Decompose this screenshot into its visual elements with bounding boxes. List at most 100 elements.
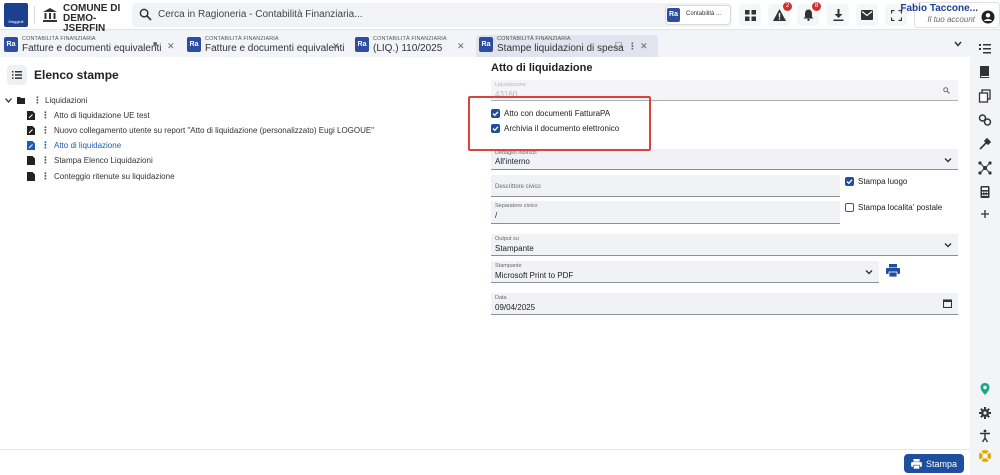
field-label: Output su xyxy=(495,236,519,242)
warning-icon xyxy=(772,9,786,21)
document-tabs: Ra CONTABILITÀ FINANZIARIA Fatture e doc… xyxy=(0,31,1000,57)
field-label: Stampante xyxy=(495,263,522,269)
printer-icon[interactable] xyxy=(886,264,900,277)
field-value: Stampante xyxy=(495,244,534,253)
copy-icon[interactable] xyxy=(978,89,992,103)
tools-icon[interactable] xyxy=(978,137,992,151)
add-icon[interactable] xyxy=(978,207,992,221)
more-options-icon[interactable]: ⋮ xyxy=(41,155,50,166)
toggle-list-button[interactable] xyxy=(7,65,27,85)
print-button[interactable]: Stampa xyxy=(904,454,964,473)
more-options-icon[interactable]: ⋮ xyxy=(41,171,50,182)
location-pin-icon[interactable] xyxy=(978,382,992,396)
tree-node-liquidazioni[interactable]: ⋮ Liquidazioni xyxy=(5,94,205,108)
data-date-field[interactable]: Data 09/04/2025 xyxy=(491,293,958,315)
tree-item-label: Nuovo collegamento utente su report "Att… xyxy=(54,126,375,135)
close-tab-icon[interactable]: ✕ xyxy=(167,41,175,52)
tree-node-label: Liquidazioni xyxy=(45,96,88,105)
downloads-button[interactable] xyxy=(827,4,849,26)
maggioli-logo[interactable]: Maggioli xyxy=(4,3,28,27)
apps-grid-button[interactable] xyxy=(739,4,761,26)
maximize-icon[interactable]: ☐ xyxy=(615,41,622,50)
app-logo-icon: Ra xyxy=(479,37,493,52)
calendar-icon[interactable] xyxy=(943,299,952,308)
notifications-button[interactable]: 8 xyxy=(797,2,821,26)
hierarchy-icon[interactable] xyxy=(978,161,992,175)
more-options-icon[interactable]: ⋮ xyxy=(41,110,50,121)
close-tab-icon[interactable]: ✕ xyxy=(457,41,465,52)
more-options-icon[interactable]: ⋮ xyxy=(628,41,637,52)
more-options-icon[interactable]: ⋮ xyxy=(41,125,50,136)
organization-name[interactable]: COMUNE DI DEMO-JSERFIN xyxy=(63,4,133,34)
tab-title: (LIQ.) 110/2025 xyxy=(373,43,443,54)
tab-fatture-2[interactable]: Ra CONTABILITÀ FINANZIARIA Fatture e doc… xyxy=(187,35,349,57)
output-su-select[interactable]: Output su Stampante xyxy=(491,234,958,256)
mail-icon xyxy=(861,10,873,20)
stampante-select[interactable]: Stampante Microsoft Print to PDF xyxy=(491,261,879,283)
tree-item[interactable]: ⋮ Atto di liquidazione UE test xyxy=(27,109,327,123)
tab-fatture-1[interactable]: Ra CONTABILITÀ FINANZIARIA Fatture e doc… xyxy=(4,35,180,57)
more-options-icon[interactable]: ⋮ xyxy=(33,95,42,106)
global-search-input[interactable]: Cerca in Ragioneria - Contabilità Finanz… xyxy=(132,3,732,27)
edited-document-icon xyxy=(27,141,35,150)
right-toolbar xyxy=(970,31,1000,475)
user-name: Fabio Taccone... xyxy=(900,3,978,14)
tree-item-label: Stampa Elenco Liquidazioni xyxy=(54,156,153,165)
stampa-luogo-label: Stampa luogo xyxy=(858,177,908,186)
tab-stampe-liquidazioni[interactable]: Ra CONTABILITÀ FINANZIARIA Stampe liquid… xyxy=(476,35,658,57)
print-button-label: Stampa xyxy=(925,458,958,469)
annotation-highlight-box xyxy=(468,96,651,151)
form-title: Atto di liquidazione xyxy=(491,62,593,74)
dettaglio-indirizzi-select[interactable]: Dettaglio indirizzi All'interno xyxy=(491,149,958,170)
document-icon xyxy=(27,172,35,181)
stampa-luogo-checkbox[interactable] xyxy=(845,177,854,186)
close-tab-icon[interactable]: ✕ xyxy=(640,41,648,52)
accessibility-icon[interactable] xyxy=(978,429,992,443)
more-options-icon[interactable]: ⋮ xyxy=(41,140,50,151)
tab-module-label: CONTABILITÀ FINANZIARIA xyxy=(497,36,571,42)
bookmark-icon[interactable]: ■ xyxy=(153,41,157,48)
search-icon[interactable] xyxy=(943,87,950,94)
field-label: Data xyxy=(495,295,507,301)
tab-liquidazione[interactable]: Ra CONTABILITÀ FINANZIARIA (LIQ.) 110/20… xyxy=(355,35,467,57)
tree-item[interactable]: ⋮ Nuovo collegamento utente su report "A… xyxy=(27,124,447,138)
tree-item[interactable]: ⋮ Stampa Elenco Liquidazioni xyxy=(27,154,327,168)
field-value: 09/04/2025 xyxy=(495,303,536,312)
chevron-down-icon[interactable] xyxy=(5,98,12,103)
search-placeholder: Cerca in Ragioneria - Contabilità Finanz… xyxy=(158,9,363,20)
settings-gear-icon[interactable] xyxy=(978,406,992,420)
close-tab-icon[interactable]: ✕ xyxy=(332,41,340,52)
stampa-localita-checkbox[interactable] xyxy=(845,203,854,212)
tab-title: Stampe liquidazioni di spesa xyxy=(497,43,624,54)
top-header: Maggioli COMUNE DI DEMO-JSERFIN Cerca in… xyxy=(0,0,1000,34)
menu-icon[interactable] xyxy=(978,41,992,55)
tabs-overflow-chevron-icon[interactable] xyxy=(954,41,962,47)
field-value: / xyxy=(495,211,498,220)
chevron-down-icon xyxy=(944,243,952,248)
download-icon xyxy=(833,9,843,21)
tree-item[interactable]: ⋮ Conteggio ritenute su liquidazione xyxy=(27,170,327,184)
user-role: Il tuo account xyxy=(927,15,975,24)
messages-button[interactable] xyxy=(856,4,878,26)
folder-icon xyxy=(17,97,25,104)
logo-text: Maggioli xyxy=(8,19,24,24)
tree-item-label: Conteggio ritenute su liquidazione xyxy=(54,172,175,181)
descrittore-civico-field[interactable]: Descrittore civico xyxy=(491,175,840,197)
alerts-button[interactable]: 2 xyxy=(768,2,792,26)
alerts-count-badge: 2 xyxy=(783,2,792,11)
help-lifebuoy-icon[interactable] xyxy=(978,449,992,463)
list-icon xyxy=(12,71,22,79)
calculator-icon[interactable] xyxy=(978,185,992,199)
link-icon[interactable] xyxy=(978,113,992,127)
footer-divider xyxy=(0,449,970,450)
separatore-civico-field[interactable]: Separatore civico / xyxy=(491,201,840,224)
notifications-count-badge: 8 xyxy=(812,2,821,11)
chevron-down-icon xyxy=(944,158,952,163)
book-icon[interactable] xyxy=(978,65,992,79)
app-logo-icon: Ra xyxy=(355,37,369,52)
app-switcher-chip[interactable]: Ra Contabilità ... xyxy=(665,5,731,25)
tab-title: Fatture e documenti equivalenti xyxy=(205,43,345,54)
tab-title: Fatture e documenti equivalenti xyxy=(22,43,162,54)
account-circle-icon xyxy=(981,10,995,24)
tree-item-selected[interactable]: ⋮ Atto di liquidazione xyxy=(27,139,327,153)
